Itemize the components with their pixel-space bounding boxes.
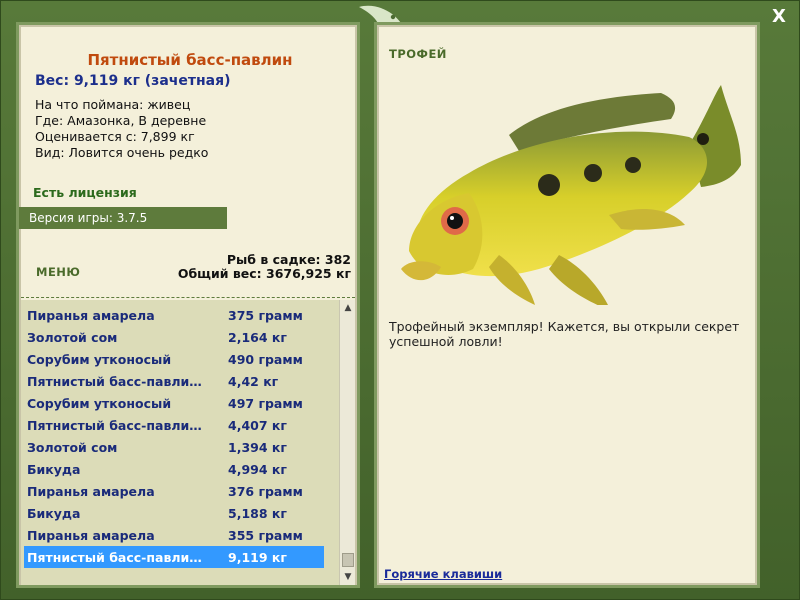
list-divider <box>21 297 355 298</box>
scroll-up-icon[interactable]: ▲ <box>340 300 356 316</box>
catch-weight: 2,164 кг <box>228 330 287 345</box>
hotkeys-link[interactable]: Горячие клавиши <box>384 567 502 581</box>
catch-list-item[interactable]: Пиранья амарела 375 грамм <box>24 304 324 326</box>
catch-weight: 4,42 кг <box>228 374 279 389</box>
location-line: Где: Амазонка, В деревне <box>35 113 207 128</box>
catch-list-item[interactable]: Пятнистый басс-павли… 4,42 кг <box>24 370 324 392</box>
catch-list-item[interactable]: Пятнистый басс-павли… 4,407 кг <box>24 414 324 436</box>
catch-name: Бикуда <box>27 462 81 477</box>
catch-list-item[interactable]: Пиранья амарела 355 грамм <box>24 524 324 546</box>
catch-list: Пиранья амарела 375 грамм Золотой сом 2,164… <box>21 300 355 585</box>
rarity-line: Вид: Ловится очень редко <box>35 145 209 160</box>
catch-list-item[interactable]: Бикуда 4,994 кг <box>24 458 324 480</box>
scroll-down-icon[interactable]: ▼ <box>340 569 356 585</box>
catch-weight: 490 грамм <box>228 352 303 367</box>
catch-weight: 4,407 кг <box>228 418 287 433</box>
catch-name: Бикуда <box>27 506 81 521</box>
catch-name: Сорубим утконосый <box>27 352 172 367</box>
fish-details: На что поймана: живец Где: Амазонка, В д… <box>35 97 208 161</box>
fish-count: Рыб в садке: 382 <box>226 252 351 267</box>
catch-weight: 376 грамм <box>228 484 303 499</box>
fish-info-panel: Пятнистый басс-павлин Вес: 9,119 кг (зач… <box>16 22 360 588</box>
catch-name: Пиранья амарела <box>27 528 155 543</box>
catch-weight: 1,394 кг <box>228 440 287 455</box>
catch-weight: 9,119 кг <box>228 550 287 565</box>
catch-list-item[interactable]: Пиранья амарела 376 грамм <box>24 480 324 502</box>
catch-list-item[interactable]: Золотой сом 1,394 кг <box>24 436 324 458</box>
total-weight: Общий вес: 3676,925 кг <box>177 266 351 281</box>
trophy-panel: ТРОФЕЙ Трофейный экземпляр! Кажется, вы … <box>374 22 760 588</box>
bait-line: На что поймана: живец <box>35 97 191 112</box>
rated-line: Оценивается с: 7,899 кг <box>35 129 195 144</box>
catch-weight: 355 грамм <box>228 528 303 543</box>
catch-name: Золотой сом <box>27 330 118 345</box>
catch-name: Пятнистый басс-павли… <box>27 374 202 389</box>
catch-list-item[interactable]: Сорубим утконосый 490 грамм <box>24 348 324 370</box>
trophy-text: Трофейный экземпляр! Кажется, вы открыли… <box>389 319 740 349</box>
scroll-thumb[interactable] <box>342 553 354 567</box>
license-status: Есть лицензия <box>33 185 137 200</box>
catch-weight: 4,994 кг <box>228 462 287 477</box>
catch-name: Пиранья амарела <box>27 308 155 323</box>
fish-title: Пятнистый басс-павлин <box>87 51 293 69</box>
catch-weight: 497 грамм <box>228 396 303 411</box>
catch-weight: 5,188 кг <box>228 506 287 521</box>
catch-name: Пиранья амарела <box>27 484 155 499</box>
catch-name: Золотой сом <box>27 440 118 455</box>
version-bar: Версия игры: 3.7.5 <box>19 207 227 229</box>
catch-name: Пятнистый басс-павли… <box>27 418 202 433</box>
catch-name: Сорубим утконосый <box>27 396 172 411</box>
catch-weight: 375 грамм <box>228 308 303 323</box>
catch-list-item[interactable]: Пятнистый басс-павли… 9,119 кг <box>24 546 324 568</box>
scrollbar[interactable]: ▲ ▼ <box>339 300 355 585</box>
catch-list-item[interactable]: Золотой сом 2,164 кг <box>24 326 324 348</box>
catch-list-item[interactable]: Бикуда 5,188 кг <box>24 502 324 524</box>
fish-image <box>389 55 749 311</box>
close-button[interactable]: X <box>769 7 789 27</box>
menu-button[interactable]: МЕНЮ <box>36 265 80 279</box>
catch-name: Пятнистый басс-павли… <box>27 550 202 565</box>
fish-weight: Вес: 9,119 кг (зачетная) <box>35 73 231 89</box>
catch-list-item[interactable]: Сорубим утконосый 497 грамм <box>24 392 324 414</box>
catch-stats: Рыб в садке: 382 Общий вес: 3676,925 кг <box>178 253 351 281</box>
game-window: X Пятнистый басс-павлин Вес: 9,119 кг (з… <box>0 0 800 600</box>
